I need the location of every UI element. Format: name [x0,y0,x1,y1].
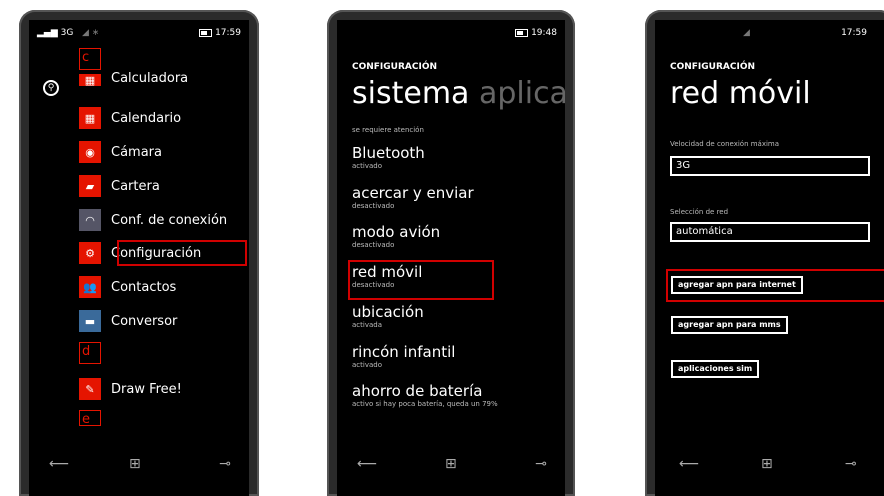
highlight-apn-internet [666,269,884,302]
pivot-sistema[interactable]: sistema [352,76,469,111]
search-icon[interactable]: ⚲ [43,80,59,96]
screen: ▂▄▆ 3G ◢ ∗ 17:59 ⚲ c ▦ Calculadora ▦ Cal… [29,20,249,496]
app-draw-free[interactable]: ✎ Draw Free! [79,376,182,402]
app-calendario[interactable]: ▦ Calendario [79,105,181,131]
nav-bar: ⟵ ⊞ ⊸ [655,406,884,496]
nav-bar: ⟵ ⊞ ⊸ [337,406,565,496]
status-bar: 19:48 [337,20,565,42]
network-type: 3G [60,28,74,38]
page-title: red móvil [670,76,811,111]
windows-icon[interactable]: ⊞ [445,456,457,472]
back-icon[interactable]: ⟵ [357,456,377,472]
network-select[interactable]: automática [670,222,870,242]
windows-icon[interactable]: ⊞ [129,456,141,472]
pivot-header: sistema aplicac [352,76,565,111]
contacts-icon: 👥 [79,276,101,298]
phone-red-movil: ◢ 17:59 CONFIGURACIÓN red móvil Velocida… [645,10,884,496]
app-cartera[interactable]: ▰ Cartera [79,173,160,199]
clock: 19:48 [531,28,557,38]
app-conf-conexion[interactable]: ◠ Conf. de conexión [79,207,227,233]
settings-header: CONFIGURACIÓN [670,62,756,72]
highlight-configuracion [117,240,247,266]
speed-label: Velocidad de conexión máxima [670,140,780,148]
setting-rincon-infantil[interactable]: rincón infantil activado [352,343,455,370]
wifi-icon: ◢ [81,28,89,38]
pivot-aplicaciones[interactable]: aplicac [479,76,565,111]
search-button-icon[interactable]: ⊸ [845,456,857,472]
clock: 17:59 [841,28,867,38]
clock: 17:59 [215,28,241,38]
phone-start-apps: ▂▄▆ 3G ◢ ∗ 17:59 ⚲ c ▦ Calculadora ▦ Cal… [19,10,259,496]
sim-apps-button[interactable]: aplicaciones sim [671,360,760,378]
phone-settings-system: 19:48 CONFIGURACIÓN sistema aplicac se r… [327,10,575,496]
battery-icon [199,28,213,37]
screen: ◢ 17:59 CONFIGURACIÓN red móvil Velocida… [655,20,884,496]
setting-ahorro-bateria[interactable]: ahorro de batería activo si hay poca bat… [352,382,498,409]
screen: 19:48 CONFIGURACIÓN sistema aplicac se r… [337,20,565,496]
letter-group-d[interactable]: d [79,342,101,364]
nav-bar: ⟵ ⊞ ⊸ [29,406,249,496]
setting-ubicacion[interactable]: ubicación activada [352,303,424,330]
bluetooth-icon: ∗ [91,28,100,38]
wallet-icon: ▰ [79,175,101,197]
app-conversor[interactable]: ▬ Conversor [79,308,177,334]
gear-icon: ⚙ [79,242,101,264]
search-button-icon[interactable]: ⊸ [219,456,231,472]
back-icon[interactable]: ⟵ [679,456,699,472]
settings-header: CONFIGURACIÓN [352,62,438,72]
setting-modo-avion[interactable]: modo avión desactivado [352,223,440,250]
converter-icon: ▬ [79,310,101,332]
back-icon[interactable]: ⟵ [49,456,69,472]
signal-icon: ▂▄▆ [37,28,58,38]
camera-icon: ◉ [79,141,101,163]
status-bar: ◢ 17:59 [655,20,884,42]
setting-acercar-enviar[interactable]: acercar y enviar desactivado [352,184,474,211]
battery-icon [515,28,529,37]
setting-bluetooth[interactable]: Bluetooth activado [352,144,425,171]
status-bar: ▂▄▆ 3G ◢ ∗ 17:59 [29,20,249,42]
app-contactos[interactable]: 👥 Contactos [79,274,176,300]
wifi-icon: ◢ [743,28,750,38]
calendar-icon: ▦ [79,107,101,129]
add-apn-mms-button[interactable]: agregar apn para mms [671,316,788,334]
highlight-red-movil [348,260,494,300]
app-camara[interactable]: ◉ Cámara [79,139,162,165]
search-button-icon[interactable]: ⊸ [535,456,547,472]
calculator-icon: ▦ [79,74,101,86]
app-calculadora[interactable]: ▦ Calculadora [79,72,188,86]
speed-select[interactable]: 3G [670,156,870,176]
connection-settings-icon: ◠ [79,209,101,231]
letter-group-c[interactable]: c [79,48,101,70]
attention-label: se requiere atención [352,126,424,134]
network-label: Selección de red [670,208,729,216]
draw-free-icon: ✎ [79,378,101,400]
windows-icon[interactable]: ⊞ [761,456,773,472]
